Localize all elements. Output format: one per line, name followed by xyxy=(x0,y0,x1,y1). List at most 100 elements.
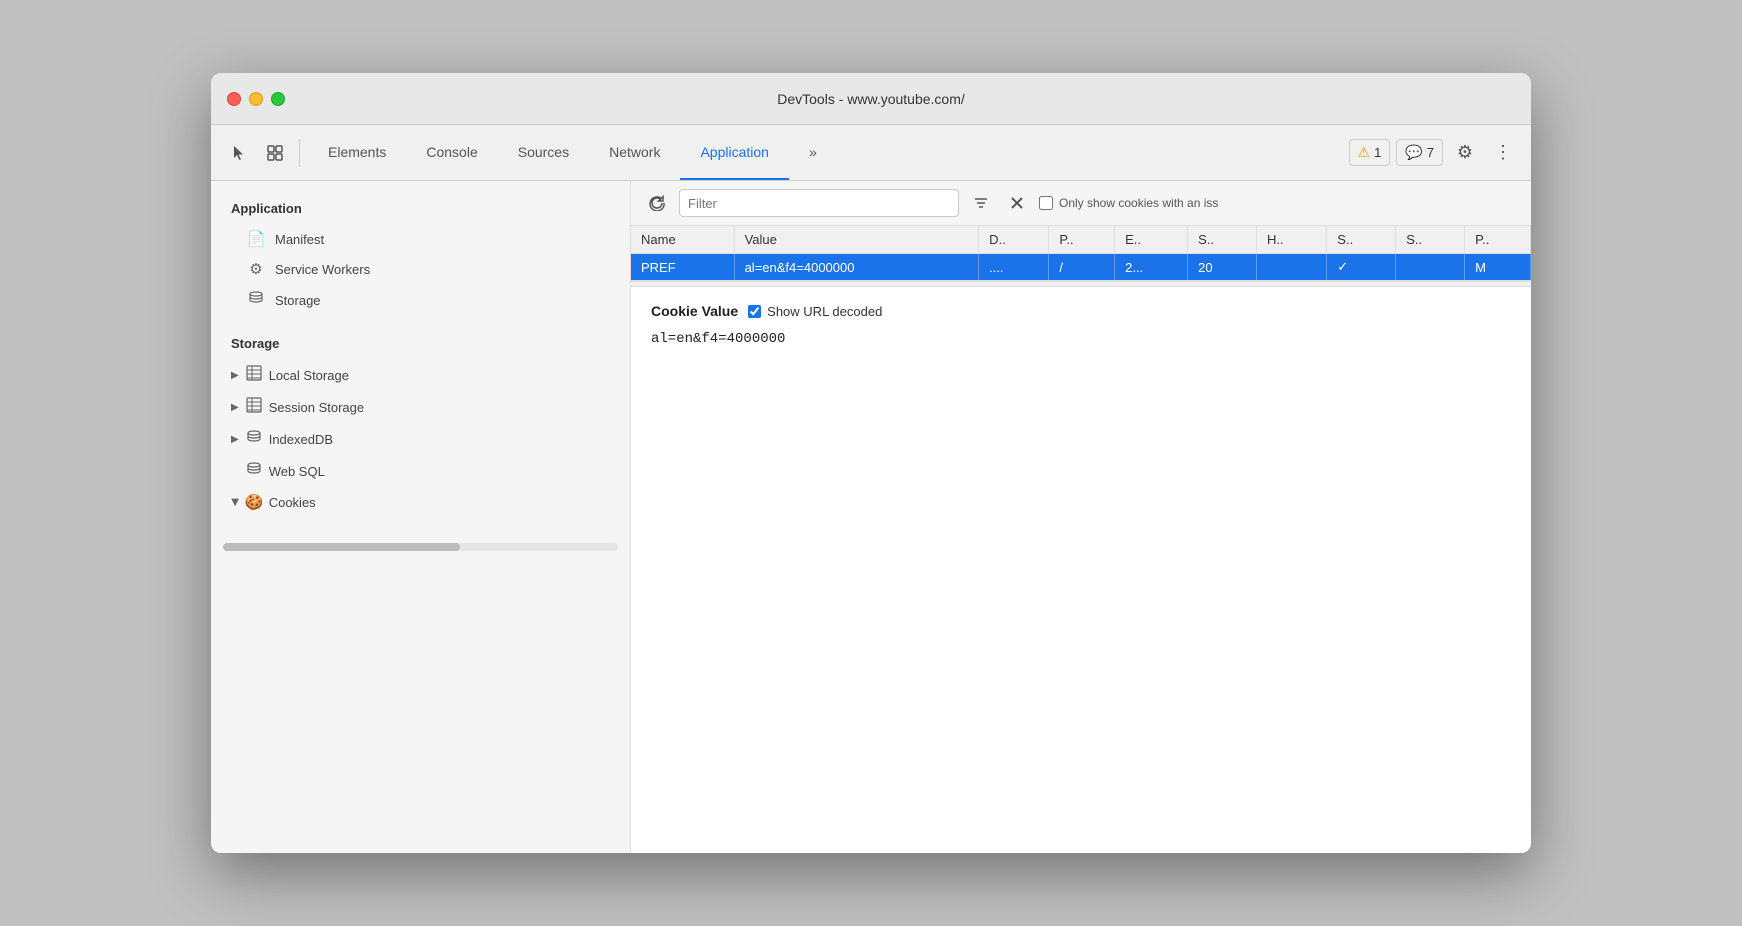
table-header-row: Name Value D.. P.. E.. S.. H.. S.. S.. P… xyxy=(631,226,1531,254)
sidebar: Application 📄 Manifest ⚙ Service Workers… xyxy=(211,181,631,853)
warning-count: 1 xyxy=(1374,145,1381,160)
sidebar-item-session-storage-label: Session Storage xyxy=(269,400,364,415)
web-sql-icon xyxy=(245,461,263,481)
window-title: DevTools - www.youtube.com/ xyxy=(777,91,965,107)
cookie-table-container: Name Value D.. P.. E.. S.. H.. S.. S.. P… xyxy=(631,226,1531,281)
cookies-arrow-icon: ▶ xyxy=(229,498,240,506)
main-content: Application 📄 Manifest ⚙ Service Workers… xyxy=(211,181,1531,853)
cell-httponly xyxy=(1257,254,1327,281)
col-samesite: S.. xyxy=(1396,226,1465,254)
toolbar-right: ⚠ 1 💬 7 ⚙ ⋮ xyxy=(1349,137,1519,169)
session-storage-arrow-icon: ▶ xyxy=(231,402,239,413)
tab-application[interactable]: Application xyxy=(680,125,789,180)
col-value: Value xyxy=(734,226,978,254)
sidebar-item-manifest[interactable]: 📄 Manifest xyxy=(211,224,630,254)
sidebar-item-local-storage[interactable]: ▶ Local Storage xyxy=(211,359,630,391)
titlebar: DevTools - www.youtube.com/ xyxy=(211,73,1531,125)
devtools-window: DevTools - www.youtube.com/ Elements Con… xyxy=(211,73,1531,853)
cookie-detail-header: Cookie Value Show URL decoded xyxy=(651,303,1511,319)
info-badge-button[interactable]: 💬 7 xyxy=(1396,139,1443,166)
manifest-icon: 📄 xyxy=(247,230,265,248)
sidebar-item-session-storage[interactable]: ▶ Session Storage xyxy=(211,391,630,423)
sidebar-item-indexeddb[interactable]: ▶ IndexedDB xyxy=(211,423,630,455)
tab-console[interactable]: Console xyxy=(406,125,497,180)
sidebar-scrollbar[interactable] xyxy=(223,543,618,551)
sidebar-scrollbar-thumb xyxy=(223,543,460,551)
filter-clear-button[interactable] xyxy=(1003,189,1031,217)
cell-value: al=en&f4=4000000 xyxy=(734,254,978,281)
content-panel: Only show cookies with an iss Name Value… xyxy=(631,181,1531,853)
application-section-title: Application xyxy=(211,197,630,224)
storage-app-icon xyxy=(247,290,265,310)
sidebar-item-cookies[interactable]: ▶ 🍪 Cookies xyxy=(211,487,630,517)
show-url-decoded-text: Show URL decoded xyxy=(767,304,882,319)
cell-priority: M xyxy=(1465,254,1531,281)
filter-options-button[interactable] xyxy=(967,189,995,217)
filter-issues-checkbox[interactable] xyxy=(1039,196,1053,210)
cookie-value-label: Cookie Value xyxy=(651,303,738,319)
tab-elements[interactable]: Elements xyxy=(308,125,406,180)
sidebar-item-storage-app[interactable]: Storage xyxy=(211,284,630,316)
cell-secure: ✓ xyxy=(1327,254,1396,281)
more-icon: ⋮ xyxy=(1494,142,1512,163)
warning-icon: ⚠ xyxy=(1358,144,1371,161)
tab-network[interactable]: Network xyxy=(589,125,680,180)
cell-path: / xyxy=(1049,254,1115,281)
toolbar-tabs: Elements Console Sources Network Applica… xyxy=(308,125,837,180)
filter-input[interactable] xyxy=(679,189,959,217)
sidebar-item-local-storage-label: Local Storage xyxy=(269,368,349,383)
col-expires: E.. xyxy=(1115,226,1188,254)
cursor-tool-button[interactable] xyxy=(223,137,255,169)
local-storage-icon xyxy=(245,365,263,385)
col-name: Name xyxy=(631,226,734,254)
col-secure: S.. xyxy=(1327,226,1396,254)
toolbar: Elements Console Sources Network Applica… xyxy=(211,125,1531,181)
cookie-detail-value: al=en&f4=4000000 xyxy=(651,331,1511,347)
sidebar-item-service-workers[interactable]: ⚙ Service Workers xyxy=(211,254,630,284)
inspect-tool-button[interactable] xyxy=(259,137,291,169)
toolbar-divider xyxy=(299,139,300,167)
sidebar-item-web-sql[interactable]: ▶ Web SQL xyxy=(211,455,630,487)
col-priority: P.. xyxy=(1465,226,1531,254)
indexeddb-icon xyxy=(245,429,263,449)
settings-icon: ⚙ xyxy=(1457,142,1473,163)
sidebar-item-manifest-label: Manifest xyxy=(275,232,324,247)
table-row[interactable]: PREF al=en&f4=4000000 .... / 2... 20 ✓ M xyxy=(631,254,1531,281)
tab-more[interactable]: » xyxy=(789,125,837,180)
cell-size: 20 xyxy=(1188,254,1257,281)
close-button[interactable] xyxy=(227,92,241,106)
cookie-table: Name Value D.. P.. E.. S.. H.. S.. S.. P… xyxy=(631,226,1531,280)
show-url-decoded-checkbox[interactable] xyxy=(748,305,761,318)
filter-bar: Only show cookies with an iss xyxy=(631,181,1531,226)
show-url-decoded-label[interactable]: Show URL decoded xyxy=(748,304,882,319)
service-workers-icon: ⚙ xyxy=(247,260,265,278)
sidebar-item-cookies-label: Cookies xyxy=(269,495,316,510)
cell-samesite xyxy=(1396,254,1465,281)
info-icon: 💬 xyxy=(1405,144,1422,161)
col-httponly: H.. xyxy=(1257,226,1327,254)
indexeddb-arrow-icon: ▶ xyxy=(231,434,239,445)
local-storage-arrow-icon: ▶ xyxy=(231,370,239,381)
cell-domain: .... xyxy=(979,254,1049,281)
filter-issues-label[interactable]: Only show cookies with an iss xyxy=(1039,196,1218,210)
info-count: 7 xyxy=(1427,145,1434,160)
cell-name: PREF xyxy=(631,254,734,281)
settings-button[interactable]: ⚙ xyxy=(1449,137,1481,169)
cookies-icon: 🍪 xyxy=(245,493,263,511)
warning-badge-button[interactable]: ⚠ 1 xyxy=(1349,139,1391,166)
sidebar-item-web-sql-label: Web SQL xyxy=(269,464,325,479)
refresh-button[interactable] xyxy=(643,189,671,217)
sidebar-item-indexeddb-label: IndexedDB xyxy=(269,432,333,447)
maximize-button[interactable] xyxy=(271,92,285,106)
cookie-detail-panel: Cookie Value Show URL decoded al=en&f4=4… xyxy=(631,287,1531,853)
minimize-button[interactable] xyxy=(249,92,263,106)
col-domain: D.. xyxy=(979,226,1049,254)
sidebar-item-storage-app-label: Storage xyxy=(275,293,321,308)
session-storage-icon xyxy=(245,397,263,417)
tab-sources[interactable]: Sources xyxy=(498,125,589,180)
cell-expires: 2... xyxy=(1115,254,1188,281)
filter-issues-text: Only show cookies with an iss xyxy=(1059,196,1218,210)
storage-section-title: Storage xyxy=(211,332,630,359)
more-button[interactable]: ⋮ xyxy=(1487,137,1519,169)
col-path: P.. xyxy=(1049,226,1115,254)
